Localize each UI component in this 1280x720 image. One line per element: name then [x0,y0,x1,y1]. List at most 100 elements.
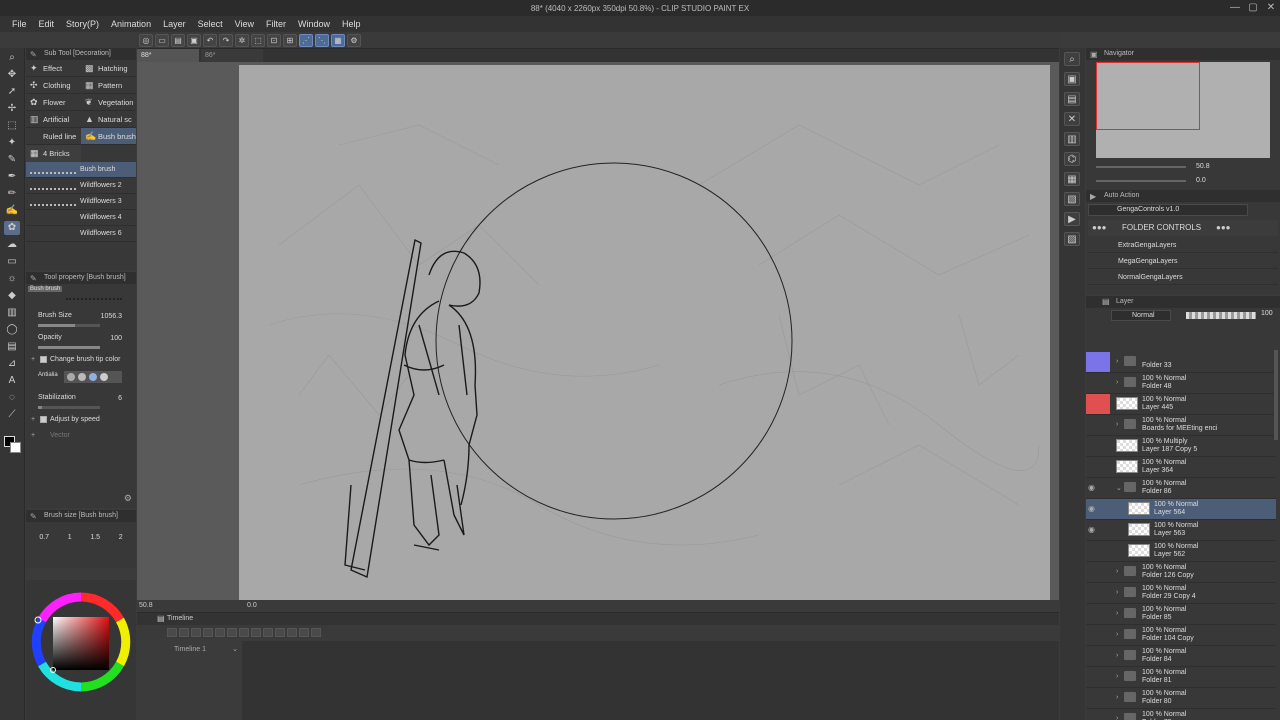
tab-canvas-86[interactable]: 86* [201,49,263,62]
selection-tool-icon[interactable]: ⬚ [4,119,20,133]
balloon-tool-icon[interactable]: ◌ [4,391,20,405]
visibility-eye-icon[interactable] [1088,462,1098,472]
group-pattern[interactable]: ▦ Pattern [81,77,136,94]
visibility-eye-icon[interactable] [1088,546,1098,556]
navigator-angle-value[interactable]: 0.0 [1196,177,1206,184]
snap-special-ruler-icon[interactable]: ⋰ [299,33,313,47]
layer-row[interactable]: › 100 % Normal Folder 81 [1086,667,1276,688]
visibility-eye-icon[interactable] [1088,567,1098,577]
operation-tool-icon[interactable]: ➚ [4,85,20,99]
visibility-eye-icon[interactable] [1088,420,1098,430]
antialias-weak-option[interactable] [78,373,86,381]
visibility-eye-icon[interactable] [1088,672,1098,682]
group-clothing[interactable]: ✣ Clothing [26,77,81,94]
first-frame-icon[interactable] [215,627,225,637]
checkbox-box[interactable] [40,416,47,423]
brush-size-slider[interactable] [38,324,100,327]
change-tip-color-checkbox[interactable]: Change brush tip color [26,352,136,368]
new-file-icon[interactable]: ▭ [155,33,169,47]
layer-row[interactable]: ◉ ⌄ 100 % Normal Folder 86 [1086,478,1276,499]
save-icon[interactable]: ▣ [187,33,201,47]
airbrush-tool-icon[interactable]: ☁ [4,238,20,252]
navigator-angle-slider[interactable] [1096,180,1186,182]
clear-icon[interactable]: ✲ [235,33,249,47]
menu-file[interactable]: File [6,19,33,29]
folder-expand-chevron-icon[interactable]: › [1116,652,1118,659]
menu-view[interactable]: View [229,19,260,29]
layer-property-icon[interactable]: ▦ [1064,172,1080,186]
folder-expand-chevron-icon[interactable]: › [1116,379,1118,386]
layer-row[interactable]: 100 % Multiply Layer 187 Copy 5 [1086,436,1276,457]
layer-row[interactable]: › 100 % Normal Folder 104 Copy [1086,625,1276,646]
pencil-tool-icon[interactable]: ✏ [4,187,20,201]
snap-ruler-icon[interactable]: ⊞ [283,33,297,47]
menu-window[interactable]: Window [292,19,336,29]
layer-row[interactable]: ◉ 100 % Normal Layer 563 [1086,520,1276,541]
blend-mode-select[interactable]: Normal [1111,310,1171,321]
group-artificial[interactable]: ▥ Artificial [26,111,81,128]
layer-row[interactable]: › Folder 33 [1086,352,1276,373]
layer-row[interactable]: 100 % Normal Layer 445 [1086,394,1276,415]
auto-action-item[interactable]: NormalGengaLayers [1088,270,1278,285]
figure-tool-icon[interactable]: ◯ [4,323,20,337]
folder-expand-chevron-icon[interactable]: › [1116,673,1118,680]
settings-icon[interactable]: ⚙ [347,33,361,47]
menu-story[interactable]: Story(P) [60,19,105,29]
play-icon[interactable] [239,627,249,637]
onion-skin-icon[interactable] [311,627,321,637]
group-bush-brush[interactable]: ✍ Bush brush [81,128,136,145]
search-icon[interactable]: ✕ [1064,112,1080,126]
menu-animation[interactable]: Animation [105,19,157,29]
close-button[interactable]: ✕ [1264,2,1278,14]
home-icon[interactable]: ◎ [139,33,153,47]
brush-size-value[interactable]: 1056.3 [101,313,122,320]
menu-select[interactable]: Select [192,19,229,29]
size-preset[interactable]: 1 [68,534,72,541]
chevron-down-icon[interactable]: ⌄ [232,643,238,657]
last-frame-icon[interactable] [263,627,273,637]
size-preset[interactable]: 2 [119,534,123,541]
move-layer-tool-icon[interactable]: ✢ [4,102,20,116]
antialias-medium-option[interactable] [89,373,97,381]
visibility-eye-icon[interactable] [1088,651,1098,661]
visibility-eye-icon[interactable] [1088,630,1098,640]
menu-help[interactable]: Help [336,19,367,29]
group-effect[interactable]: ✦ Effect [26,60,81,77]
new-timeline-icon[interactable] [167,627,177,637]
snap-grid-icon[interactable]: ⋱ [315,33,329,47]
layer-row[interactable]: › 100 % Normal Folder 48 [1086,373,1276,394]
layer-row[interactable]: › 100 % Normal Folder 85 [1086,604,1276,625]
folder-expand-chevron-icon[interactable]: › [1116,589,1118,596]
antialias-none-option[interactable] [67,373,75,381]
adjust-by-speed-checkbox[interactable]: Adjust by speed [26,412,136,428]
layer-row[interactable]: › 100 % Normal Folder 126 Copy [1086,562,1276,583]
group-hatching[interactable]: ▩ Hatching [81,60,136,77]
group-4-bricks[interactable]: ▦ 4 Bricks [26,145,81,162]
redo-icon[interactable]: ↷ [219,33,233,47]
edit-timeline-icon[interactable] [179,627,189,637]
item-bank-icon[interactable]: ▤ [1064,92,1080,106]
ruler-tool-icon[interactable]: ⊿ [4,357,20,371]
visibility-eye-icon[interactable] [1088,693,1098,703]
history-icon[interactable]: ⌬ [1064,152,1080,166]
angle-readout[interactable]: 0.0 [247,602,257,609]
gradient-tool-icon[interactable]: ▥ [4,306,20,320]
zoom-tool-icon[interactable]: ⌕ [4,51,20,65]
material-icon[interactable]: ▥ [1064,132,1080,146]
menu-filter[interactable]: Filter [260,19,292,29]
snap-guide-icon[interactable]: ▦ [331,33,345,47]
opacity-slider[interactable] [38,346,100,349]
prev-frame-icon[interactable] [227,627,237,637]
navigator-zoom-slider[interactable] [1096,166,1186,168]
layer-scrollbar[interactable] [1274,350,1278,440]
vector-checkbox[interactable]: Vector [26,428,136,444]
loop-icon[interactable] [275,627,285,637]
text-tool-icon[interactable]: A [4,374,20,388]
pen-tool-icon[interactable]: ✒ [4,170,20,184]
new-animation-folder-icon[interactable] [287,627,297,637]
crop-icon[interactable]: ⊡ [267,33,281,47]
layer-row[interactable]: › 100 % Normal Folder 80 [1086,688,1276,709]
navigator-viewport-box[interactable] [1096,62,1200,130]
stabilization-slider[interactable] [38,406,100,409]
auto-select-tool-icon[interactable]: ✦ [4,136,20,150]
